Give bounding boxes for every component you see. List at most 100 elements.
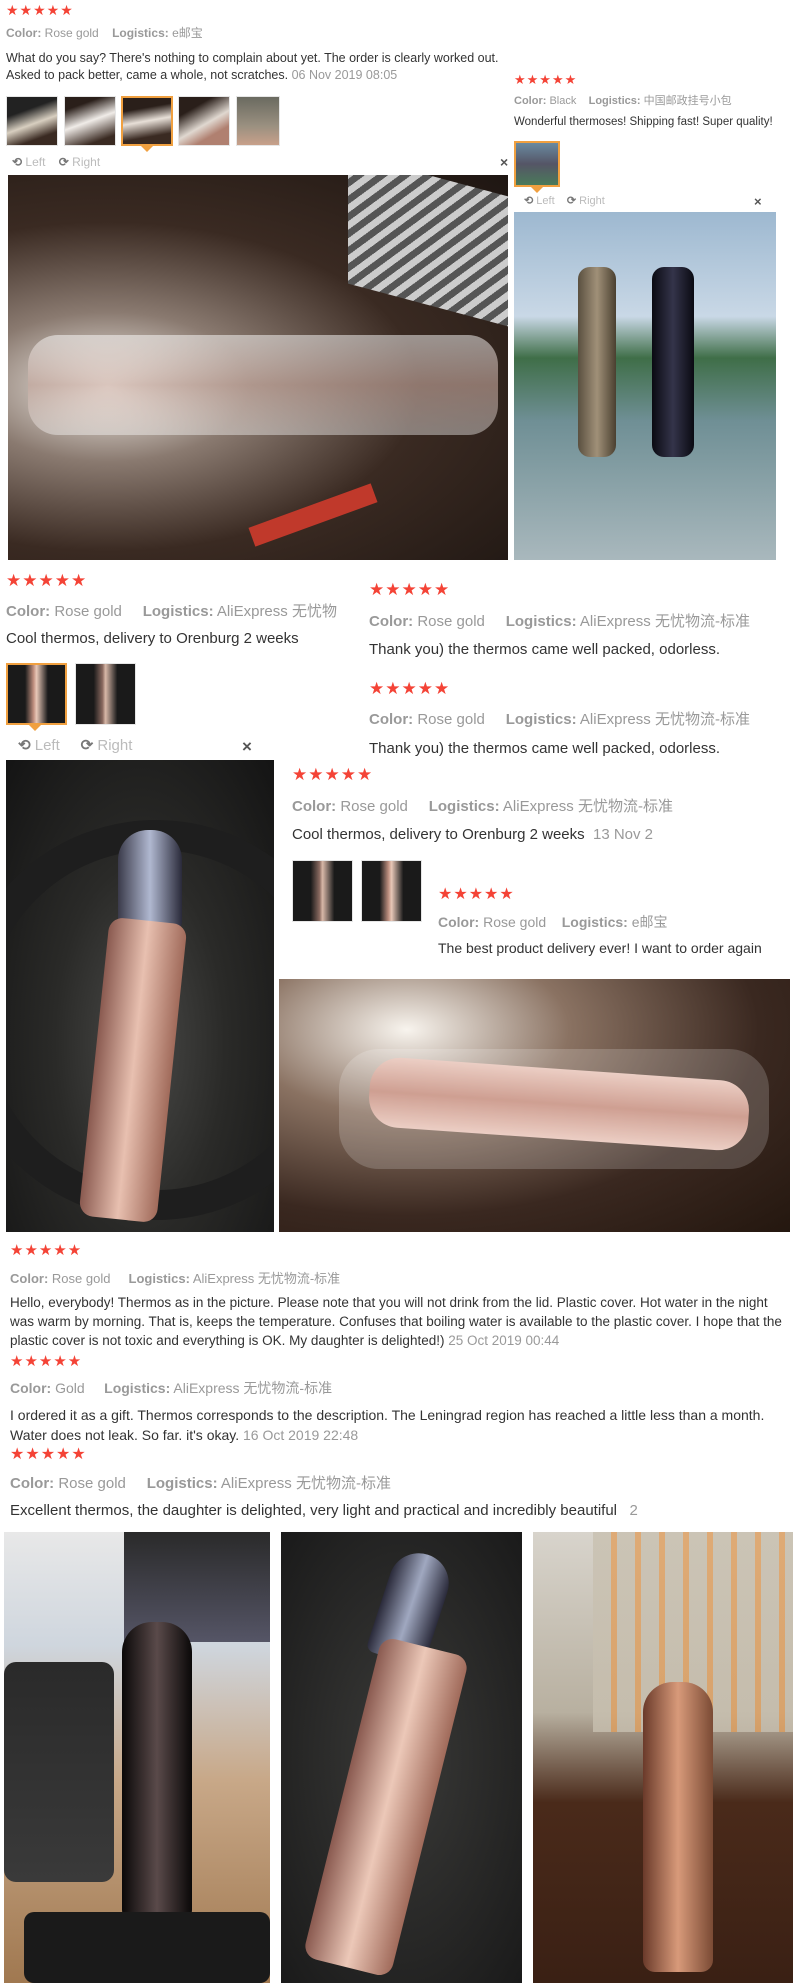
review-text: Thank you) the thermos came well packed,…	[369, 641, 720, 658]
review-photo-thumb-selected[interactable]	[121, 96, 173, 146]
rating-stars: ★★★★★	[292, 765, 374, 784]
color-value: Rose gold	[51, 1271, 111, 1286]
review-meta: Color: Rose gold Logistics: e邮宝	[438, 912, 668, 932]
review-photo-thumb-selected[interactable]	[6, 663, 67, 725]
review-photo-thumb[interactable]	[64, 96, 116, 146]
review-photo-thumb[interactable]	[236, 96, 280, 146]
review-photo-large	[514, 212, 776, 560]
color-value: Rose gold	[54, 603, 122, 620]
rating-stars: ★★★★★	[369, 679, 451, 698]
rating-stars: ★★★★★	[10, 1446, 87, 1463]
selected-caret-icon	[141, 146, 153, 152]
rotate-right-label[interactable]: Right	[579, 195, 605, 207]
review-date: 06 Nov 2019 08:05	[291, 68, 398, 82]
rating-stars: ★★★★★	[369, 580, 451, 599]
review-meta: Color: Rose gold Logistics: AliExpress 无…	[369, 708, 750, 729]
black-thermos	[652, 267, 694, 457]
logistics-label: Logistics:	[112, 26, 169, 40]
rotate-right-icon[interactable]: ⟳	[59, 155, 69, 169]
close-icon[interactable]: ×	[500, 154, 508, 170]
rotate-left-icon[interactable]: ⟲	[524, 195, 533, 207]
logistics-value: AliExpress 无忧物流-标准	[579, 613, 750, 630]
rotate-left-icon[interactable]: ⟲	[18, 737, 31, 754]
rating-stars: ★★★★★	[6, 2, 74, 18]
photo-viewer-toolbar: ⟲ Left ⟳ Right	[12, 155, 100, 169]
logistics-label: Logistics:	[505, 711, 577, 728]
color-label: Color:	[6, 603, 51, 620]
color-label: Color:	[10, 1271, 49, 1286]
rotate-left-label[interactable]: Left	[536, 195, 554, 207]
keyboard	[24, 1912, 270, 1983]
rating-stars: ★★★★★	[6, 571, 88, 590]
review-body: Hello, everybody! Thermos as in the pict…	[10, 1293, 795, 1350]
color-label: Color:	[438, 914, 480, 930]
selected-caret-icon	[531, 187, 543, 193]
review-text: Wonderful thermoses! Shipping fast! Supe…	[514, 116, 773, 128]
logistics-label: Logistics:	[588, 95, 641, 107]
review-photo-large	[8, 175, 508, 560]
review-photo-thumb[interactable]	[178, 96, 230, 146]
color-label: Color:	[292, 798, 337, 815]
rating-stars: ★★★★★	[10, 1353, 83, 1370]
rating-stars: ★★★★★	[10, 1242, 83, 1259]
close-icon[interactable]: ×	[754, 194, 762, 209]
desk-phone	[4, 1662, 114, 1882]
rotate-left-icon[interactable]: ⟲	[12, 155, 22, 169]
logistics-label: Logistics:	[104, 1380, 171, 1396]
logistics-value: AliExpress 无忧物流-标准	[579, 711, 750, 728]
review-meta: Color: Rose gold Logistics: AliExpress 无…	[369, 610, 750, 631]
review-body: I ordered it as a gift. Thermos correspo…	[10, 1405, 795, 1445]
close-icon[interactable]: ×	[242, 737, 252, 757]
color-label: Color:	[10, 1475, 55, 1492]
rotate-right-label[interactable]: Right	[97, 737, 132, 754]
review-photo-thumb[interactable]	[6, 96, 58, 146]
logistics-label: Logistics:	[142, 603, 214, 620]
rotate-left-label[interactable]: Left	[25, 155, 45, 169]
rotate-right-icon[interactable]: ⟳	[567, 195, 576, 207]
review-photo-thumb[interactable]	[361, 860, 422, 922]
color-value: Rose gold	[417, 711, 485, 728]
review-date: 2	[629, 1502, 638, 1519]
logistics-label: Logistics:	[128, 1271, 190, 1286]
box-cutter	[248, 483, 378, 547]
photo-viewer-toolbar: ⟲ Left ⟳ Right	[524, 194, 605, 207]
review-body: Cool thermos, delivery to Orenburg 2 wee…	[292, 826, 653, 843]
review-text: Excellent thermos, the daughter is delig…	[10, 1502, 618, 1519]
review-photo-thumb[interactable]	[292, 860, 353, 922]
rotate-right-icon[interactable]: ⟳	[81, 737, 94, 754]
logistics-label: Logistics:	[505, 613, 577, 630]
review-photo-thumb[interactable]	[75, 663, 136, 725]
review-date: 16 Oct 2019 22:48	[243, 1427, 359, 1443]
logistics-value: AliExpress 无忧物流-标准	[220, 1475, 391, 1492]
review-photo-thumb-selected[interactable]	[514, 141, 560, 187]
logistics-value: 中国邮政挂号小包	[643, 95, 732, 107]
color-label: Color:	[369, 613, 414, 630]
logistics-value: AliExpress 无忧物流-标准	[502, 798, 673, 815]
review-meta: Color: Rose gold Logistics: AliExpress 无…	[10, 1268, 340, 1287]
rotate-left-label[interactable]: Left	[35, 737, 60, 754]
color-label: Color:	[6, 26, 42, 40]
review-meta: Color: Rose gold Logistics: AliExpress 无…	[10, 1472, 391, 1493]
metal-grill	[348, 175, 508, 327]
review-text: Thank you) the thermos came well packed,…	[369, 740, 720, 757]
review-meta: Color: Rose gold Logistics: e邮宝	[6, 24, 203, 41]
rotate-right-label[interactable]: Right	[72, 155, 100, 169]
selected-caret-icon	[29, 725, 41, 731]
review-body: What do you say? There's nothing to comp…	[6, 50, 506, 84]
review-body: Excellent thermos, the daughter is delig…	[10, 1502, 638, 1519]
color-value: Rose gold	[483, 914, 547, 930]
color-value: Rose gold	[417, 613, 485, 630]
bubble-wrap	[339, 1049, 769, 1169]
logistics-label: Logistics:	[146, 1475, 218, 1492]
color-value: Black	[549, 95, 577, 107]
logistics-value: AliExpress 无忧物流-标准	[192, 1271, 341, 1286]
review-meta: Color: Rose gold Logistics: AliExpress 无…	[6, 600, 337, 621]
review-meta: Color: Black Logistics: 中国邮政挂号小包	[514, 92, 732, 108]
logistics-value: e邮宝	[631, 914, 668, 930]
color-label: Color:	[369, 711, 414, 728]
color-label: Color:	[514, 95, 547, 107]
rating-stars: ★★★★★	[438, 886, 515, 903]
photo-viewer-toolbar: ⟲ Left ⟳ Right	[18, 736, 132, 754]
logistics-label: Logistics:	[428, 798, 500, 815]
review-photo	[4, 1532, 270, 1983]
